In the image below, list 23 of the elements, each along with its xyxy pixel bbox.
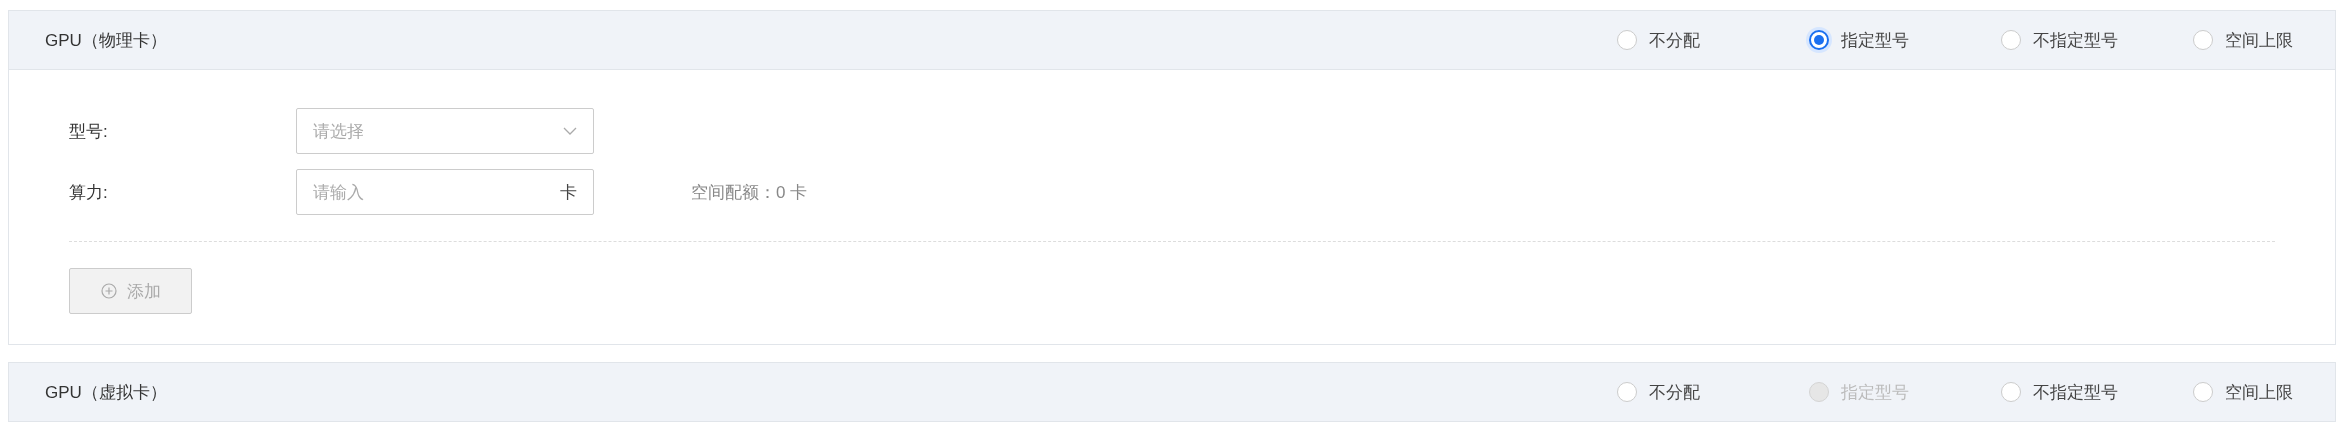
input-field[interactable]: 请输入 卡 [296,169,594,215]
radio-option[interactable]: 空间上限 [2193,380,2293,404]
radio-option[interactable]: 不指定型号 [2001,380,2193,404]
quota-text: 空间配额：0 卡 [691,181,808,204]
radio-icon[interactable] [2193,30,2213,50]
unit-suffix: 卡 [560,181,577,204]
radio-option[interactable]: 空间上限 [2193,28,2293,52]
radio-icon[interactable] [2001,30,2021,50]
radio-option[interactable]: 不分配 [1617,28,1809,52]
radio-icon[interactable] [2193,382,2213,402]
field-label: 算力: [69,181,109,204]
radio-option[interactable]: 不分配 [1617,380,1809,404]
panel-title: GPU（虚拟卡） [45,381,167,404]
radio-icon[interactable] [1809,30,1829,50]
plus-circle-icon [100,283,117,299]
radio-icon[interactable] [1617,382,1637,402]
radio-icon[interactable] [1617,30,1637,50]
radio-option[interactable]: 指定型号 [1809,28,2001,52]
radio-icon[interactable] [2001,382,2021,402]
chevron-down-icon [563,127,577,135]
radio-option[interactable]: 不指定型号 [2001,28,2193,52]
panel-title: GPU（物理卡） [45,29,167,52]
field-label: 型号: [69,120,109,143]
